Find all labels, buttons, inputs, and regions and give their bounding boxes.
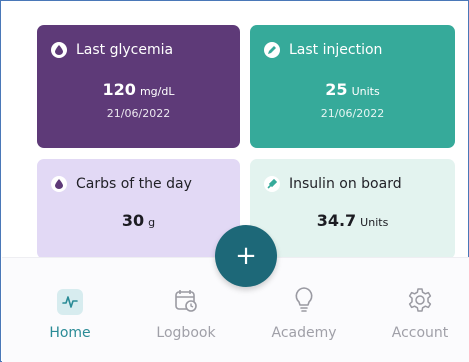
insulin-unit: Units (360, 216, 389, 229)
card-header: Last glycemia (51, 42, 173, 58)
carbs-value: 30 (121, 211, 145, 230)
gear-icon (407, 287, 433, 317)
nav-label-academy: Academy (271, 325, 337, 341)
nav-icon-wrap (25, 287, 115, 317)
injection-unit: Units (351, 85, 380, 98)
syringe-icon (264, 176, 280, 192)
card-title: Insulin on board (289, 176, 402, 192)
card-header: Insulin on board (264, 176, 402, 192)
add-entry-button[interactable]: + (215, 225, 277, 287)
nav-item-academy[interactable]: Academy (259, 287, 349, 341)
insulin-on-board-card[interactable]: Insulin on board 34.7 Units (250, 159, 455, 259)
carbs-unit: g (148, 216, 156, 229)
nav-label-home: Home (49, 325, 91, 341)
glycemia-value-row: 120 mg/dL (37, 80, 240, 99)
app-screen: Last glycemia 120 mg/dL 21/06/2022 Last i… (0, 0, 469, 362)
nav-label-account: Account (391, 325, 449, 341)
nav-icon-wrap (141, 287, 231, 317)
glycemia-date: 21/06/2022 (106, 107, 171, 120)
injection-date: 21/06/2022 (320, 107, 385, 120)
nav-item-logbook[interactable]: Logbook (141, 287, 231, 341)
injection-value-row: 25 Units (250, 80, 455, 99)
nav-label-logbook: Logbook (156, 325, 216, 341)
insulin-value-row: 34.7 Units (250, 211, 455, 230)
glycemia-unit: mg/dL (139, 85, 175, 98)
calendar-clock-icon (173, 287, 199, 317)
nav-icon-wrap (375, 287, 465, 317)
card-title: Carbs of the day (76, 176, 192, 192)
carbs-of-the-day-card[interactable]: Carbs of the day 30 g (37, 159, 240, 259)
pen-icon (264, 42, 280, 58)
card-title: Last injection (289, 42, 383, 58)
carbs-value-row: 30 g (37, 211, 240, 230)
insulin-value: 34.7 (316, 211, 357, 230)
last-injection-card[interactable]: Last injection 25 Units 21/06/2022 (250, 25, 455, 148)
card-header: Carbs of the day (51, 176, 192, 192)
lightbulb-icon (294, 286, 314, 318)
drop-icon (51, 176, 67, 192)
nav-icon-wrap (259, 287, 349, 317)
glycemia-value: 120 (102, 80, 136, 99)
nav-item-account[interactable]: Account (375, 287, 465, 341)
injection-value: 25 (325, 80, 348, 99)
plus-icon: + (235, 241, 257, 271)
nav-item-home[interactable]: Home (25, 287, 115, 341)
last-glycemia-card[interactable]: Last glycemia 120 mg/dL 21/06/2022 (37, 25, 240, 148)
drop-icon (51, 42, 67, 58)
activity-icon (57, 289, 83, 315)
card-header: Last injection (264, 42, 382, 58)
card-title: Last glycemia (76, 42, 174, 58)
